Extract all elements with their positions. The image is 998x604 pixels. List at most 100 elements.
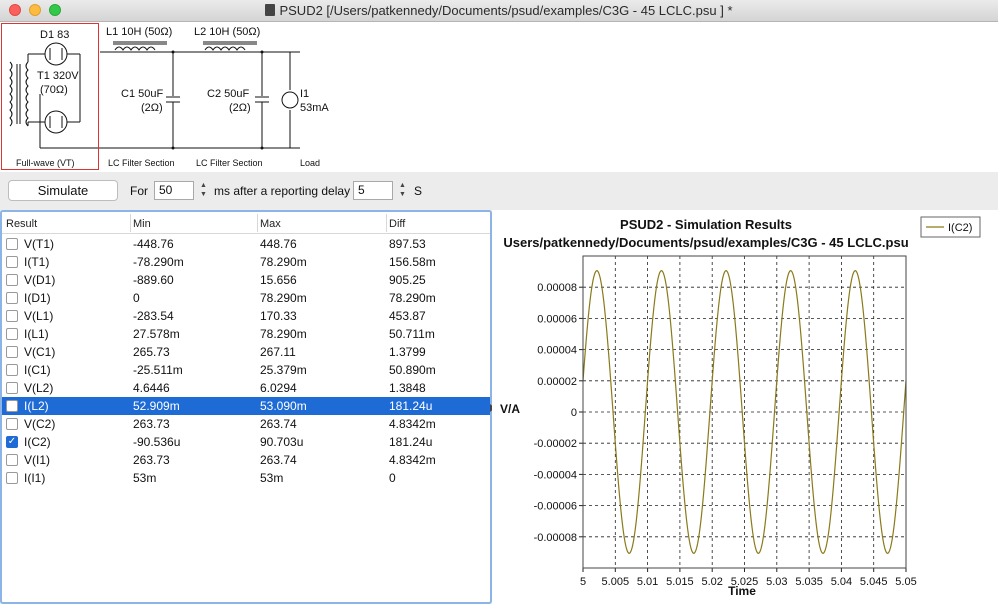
cell-min: 263.73	[133, 453, 170, 467]
l1-label: L1 10H (50Ω)	[106, 26, 173, 38]
delay-stepper[interactable]: ▲ ▼	[397, 181, 408, 200]
cell-max: 78.290m	[260, 255, 307, 269]
stepper-down-icon[interactable]: ▼	[397, 190, 408, 199]
cell-name: V(C1)	[24, 345, 56, 359]
table-row[interactable]: I(L1) 27.578m 78.290m 50.711m	[2, 325, 490, 343]
cell-diff: 181.24u	[389, 399, 433, 413]
table-row[interactable]: V(I1) 263.73 263.74 4.8342m	[2, 451, 490, 469]
stepper-up-icon[interactable]: ▲	[397, 181, 408, 190]
cell-diff: 50.711m	[389, 327, 435, 341]
lc-section-2-label[interactable]: LC Filter Section	[196, 158, 263, 168]
delay-input[interactable]: 5	[353, 181, 393, 200]
simulation-toolbar: Simulate For 50 ▲ ▼ ms after a reporting…	[0, 172, 998, 210]
y-tick-label: -0.00006	[534, 501, 577, 513]
rectifier-section-label[interactable]: Full-wave (VT)	[16, 158, 75, 168]
duration-stepper[interactable]: ▲ ▼	[198, 181, 209, 200]
cell-name: V(L2)	[24, 381, 54, 395]
column-divider[interactable]	[257, 214, 258, 232]
table-row[interactable]: I(T1) -78.290m 78.290m 156.58m	[2, 253, 490, 271]
cell-max: 90.703u	[260, 435, 304, 449]
result-checkbox[interactable]	[6, 274, 18, 286]
chart-legend[interactable]: I(C2)	[920, 216, 981, 238]
cell-min: -448.76	[133, 237, 174, 251]
cell-diff: 0	[389, 471, 396, 485]
column-header-max[interactable]: Max	[260, 218, 281, 230]
x-tick-label: 5.045	[860, 576, 888, 588]
results-table[interactable]: Result Min Max Diff V(T1) -448.76 448.76 89…	[0, 210, 492, 604]
table-row[interactable]: I(I1) 53m 53m 0	[2, 469, 490, 487]
cell-max: 170.33	[260, 309, 297, 323]
simulation-chart: PSUD2 - Simulation Results Users/patkenn…	[492, 210, 998, 604]
table-row[interactable]: I(L2) 52.909m 53.090m 181.24u	[2, 397, 490, 415]
column-header-min[interactable]: Min	[133, 218, 151, 230]
cell-name: I(D1)	[24, 291, 51, 305]
cell-max: 6.0294	[260, 381, 297, 395]
result-checkbox[interactable]: ✓	[6, 436, 18, 448]
cell-min: -25.511m	[133, 363, 183, 377]
column-divider[interactable]	[130, 214, 131, 232]
result-checkbox[interactable]	[6, 328, 18, 340]
result-checkbox[interactable]	[6, 346, 18, 358]
result-checkbox[interactable]	[6, 292, 18, 304]
table-row[interactable]: V(C2) 263.73 263.74 4.8342m	[2, 415, 490, 433]
result-checkbox[interactable]	[6, 454, 18, 466]
c2-label: C2 50uF	[207, 88, 250, 100]
y-axis-label: V/A	[500, 402, 520, 416]
result-checkbox[interactable]	[6, 400, 18, 412]
y-tick-label: 0	[571, 407, 577, 419]
cell-diff: 897.53	[389, 237, 426, 251]
stepper-up-icon[interactable]: ▲	[198, 181, 209, 190]
result-checkbox[interactable]	[6, 310, 18, 322]
result-checkbox[interactable]	[6, 418, 18, 430]
table-row[interactable]: ✓ I(C2) -90.536u 90.703u 181.24u	[2, 433, 490, 451]
x-axis-ticks: 5 5.005 5.01 5.015 5.02 5.025 5.03 5.035 5.04 5.0…	[580, 568, 917, 588]
c1-resistance: (2Ω)	[141, 102, 163, 114]
cell-max: 267.11	[260, 345, 296, 359]
result-checkbox[interactable]	[6, 382, 18, 394]
result-checkbox[interactable]	[6, 256, 18, 268]
cell-min: -889.60	[133, 273, 174, 287]
cell-diff: 4.8342m	[389, 453, 436, 467]
rectifier-section-selection[interactable]	[1, 23, 99, 170]
table-row[interactable]: V(T1) -448.76 448.76 897.53	[2, 235, 490, 253]
table-row[interactable]: V(D1) -889.60 15.656 905.25	[2, 271, 490, 289]
column-divider[interactable]	[386, 214, 387, 232]
y-axis-ticks: 0.00008 0.00006 0.00004 0.00002 0 -0.00002 -0.…	[534, 282, 583, 544]
cell-name: V(I1)	[24, 453, 51, 467]
cell-min: 4.6446	[133, 381, 170, 395]
result-checkbox[interactable]	[6, 472, 18, 484]
table-row[interactable]: I(D1) 0 78.290m 78.290m	[2, 289, 490, 307]
table-row[interactable]: I(C1) -25.511m 25.379m 50.890m	[2, 361, 490, 379]
transformer-label: T1 320V	[37, 70, 79, 82]
column-header-result[interactable]: Result	[6, 218, 37, 230]
cell-diff: 181.24u	[389, 435, 433, 449]
for-label: For	[130, 184, 148, 198]
duration-input[interactable]: 50	[154, 181, 194, 200]
x-tick-label: 5.025	[731, 576, 759, 588]
cell-diff: 1.3848	[389, 381, 426, 395]
cell-diff: 905.25	[389, 273, 426, 287]
load-section-label[interactable]: Load	[300, 158, 320, 168]
chart-svg: PSUD2 - Simulation Results Users/patkenn…	[500, 216, 981, 598]
result-checkbox[interactable]	[6, 238, 18, 250]
stepper-down-icon[interactable]: ▼	[198, 190, 209, 199]
simulate-button[interactable]: Simulate	[8, 180, 118, 201]
y-tick-label: 0.00006	[537, 313, 577, 325]
cell-min: 52.909m	[133, 399, 180, 413]
column-header-diff[interactable]: Diff	[389, 218, 405, 230]
cell-max: 25.379m	[260, 363, 307, 377]
cell-max: 78.290m	[260, 327, 307, 341]
cell-name: I(T1)	[24, 255, 50, 269]
cell-max: 263.74	[260, 453, 297, 467]
lc-section-1-label[interactable]: LC Filter Section	[108, 158, 175, 168]
cell-max: 448.76	[260, 237, 297, 251]
cell-diff: 50.890m	[389, 363, 436, 377]
results-table-header: Result Min Max Diff	[2, 212, 490, 234]
table-row[interactable]: V(C1) 265.73 267.11 1.3799	[2, 343, 490, 361]
cell-diff: 4.8342m	[389, 417, 436, 431]
result-checkbox[interactable]	[6, 364, 18, 376]
table-row[interactable]: V(L2) 4.6446 6.0294 1.3848	[2, 379, 490, 397]
chart-grid	[582, 256, 907, 568]
l2-label: L2 10H (50Ω)	[194, 26, 261, 38]
table-row[interactable]: V(L1) -283.54 170.33 453.87	[2, 307, 490, 325]
